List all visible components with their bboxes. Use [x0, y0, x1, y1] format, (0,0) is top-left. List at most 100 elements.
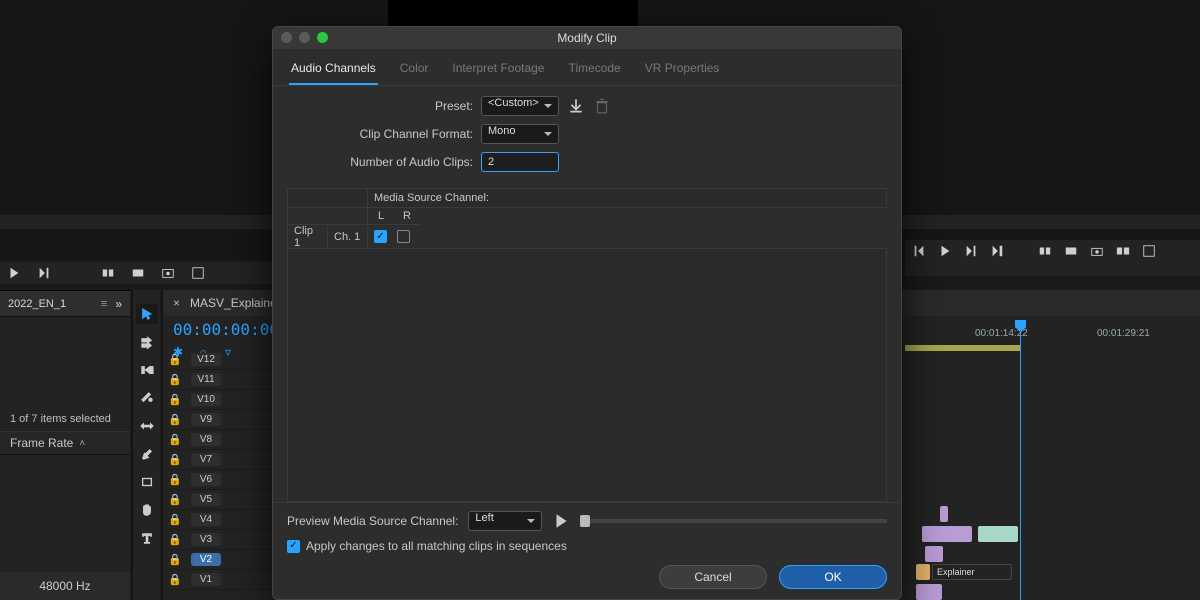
tab-color[interactable]: Color: [398, 57, 431, 85]
lock-icon[interactable]: 🔒: [163, 413, 187, 426]
lock-icon[interactable]: 🔒: [163, 453, 187, 466]
comparison-icon[interactable]: [1115, 243, 1131, 259]
clip-segment[interactable]: [922, 526, 972, 542]
selection-tool[interactable]: [136, 304, 158, 324]
tab-timecode[interactable]: Timecode: [566, 57, 622, 85]
playhead[interactable]: [1020, 322, 1021, 600]
lock-icon[interactable]: 🔒: [163, 493, 187, 506]
step-icon[interactable]: [36, 265, 52, 281]
tab-audio-channels[interactable]: Audio Channels: [289, 57, 378, 85]
clip-segment[interactable]: [978, 526, 1018, 542]
lock-icon[interactable]: 🔒: [163, 373, 187, 386]
column-header-label: Frame Rate: [10, 436, 73, 450]
clip-segment[interactable]: [940, 506, 948, 522]
numclips-input[interactable]: [481, 152, 559, 172]
modify-clip-dialog: Modify Clip Audio Channels Color Interpret…: [272, 26, 902, 600]
insert-icon[interactable]: [100, 265, 116, 281]
lift-icon[interactable]: [1037, 243, 1053, 259]
format-select[interactable]: Mono: [481, 124, 559, 144]
close-window-icon[interactable]: [281, 32, 292, 43]
preview-play-icon[interactable]: [552, 512, 570, 530]
track-header-v7[interactable]: 🔒 V7: [163, 450, 273, 470]
track-header-v11[interactable]: 🔒 V11: [163, 370, 273, 390]
mark-out-icon[interactable]: [989, 243, 1005, 259]
tab-interpret-footage[interactable]: Interpret Footage: [450, 57, 546, 85]
play-icon[interactable]: [937, 243, 953, 259]
track-header-v1[interactable]: 🔒V1: [163, 570, 273, 590]
extract-icon[interactable]: [1063, 243, 1079, 259]
expand-icon[interactable]: »: [115, 297, 122, 311]
save-preset-icon[interactable]: [567, 97, 585, 115]
project-panel: 2022_EN_1 ≡ » 1 of 7 items selected Fram…: [0, 290, 130, 600]
track-label: V9: [191, 413, 221, 426]
track-label: V5: [191, 493, 221, 506]
grid-header-source: Media Source Channel:: [368, 189, 887, 208]
step-fwd-icon[interactable]: [963, 243, 979, 259]
preset-select[interactable]: <Custom>: [481, 96, 559, 116]
track-header-v3[interactable]: 🔒V3: [163, 530, 273, 550]
type-tool[interactable]: [136, 528, 158, 548]
tool-palette: [132, 290, 160, 600]
track-label: V11: [191, 373, 221, 386]
preview-select[interactable]: Left: [468, 511, 542, 531]
work-area-bar[interactable]: [905, 345, 1020, 351]
column-header-framerate[interactable]: Frame Rate ˄: [0, 431, 130, 455]
apply-all-checkbox[interactable]: [287, 540, 300, 553]
zoom-window-icon[interactable]: [317, 32, 328, 43]
format-label: Clip Channel Format:: [293, 127, 473, 141]
track-header-v10[interactable]: 🔒V10: [163, 390, 273, 410]
sequence-tab[interactable]: MASV_Explaine: [190, 296, 277, 310]
rectangle-tool[interactable]: [136, 472, 158, 492]
lock-icon[interactable]: 🔒: [163, 433, 187, 446]
grid-header-clip: [288, 189, 368, 208]
lock-icon[interactable]: 🔒: [163, 533, 187, 546]
play-icon[interactable]: [6, 265, 22, 281]
project-tab[interactable]: 2022_EN_1 ≡ »: [0, 291, 130, 317]
lock-icon[interactable]: 🔒: [163, 393, 187, 406]
track-header-v8[interactable]: 🔒V8: [163, 430, 273, 450]
clip-segment[interactable]: [925, 546, 943, 562]
lock-icon[interactable]: 🔒: [163, 513, 187, 526]
cancel-button[interactable]: Cancel: [659, 565, 767, 589]
ok-button[interactable]: OK: [779, 565, 887, 589]
razor-tool[interactable]: [136, 388, 158, 408]
track-header-v12[interactable]: 🔒 V12: [163, 350, 273, 370]
safe-margins-icon[interactable]: [1141, 243, 1157, 259]
track-label: V7: [191, 453, 221, 466]
channel-r-checkbox[interactable]: [397, 230, 410, 243]
clip-segment[interactable]: [916, 584, 942, 600]
clip-segment[interactable]: Explainer: [932, 564, 1012, 580]
track-header-v2[interactable]: 🔒V2: [163, 550, 273, 570]
lock-icon[interactable]: 🔒: [163, 573, 187, 586]
hand-tool[interactable]: [136, 500, 158, 520]
preview-label: Preview Media Source Channel:: [287, 514, 458, 528]
ripple-edit-tool[interactable]: [136, 360, 158, 380]
ruler-tick: 00:01:29:21: [1097, 328, 1150, 339]
track-header-v4[interactable]: 🔒V4: [163, 510, 273, 530]
lock-icon[interactable]: 🔒: [163, 473, 187, 486]
clip-segment[interactable]: [916, 564, 930, 580]
preview-slider[interactable]: [580, 519, 887, 523]
track-header-v5[interactable]: 🔒 V5: [163, 490, 273, 510]
track-select-tool[interactable]: [136, 332, 158, 352]
minimize-window-icon[interactable]: [299, 32, 310, 43]
track-header-v9[interactable]: 🔒 V9: [163, 410, 273, 430]
pen-tool[interactable]: [136, 444, 158, 464]
step-back-icon[interactable]: [911, 243, 927, 259]
panel-menu-icon[interactable]: ≡: [101, 298, 107, 310]
dialog-titlebar[interactable]: Modify Clip: [273, 27, 901, 49]
program-ruler: [905, 262, 1200, 276]
track-label: V12: [191, 353, 221, 366]
overwrite-icon[interactable]: [130, 265, 146, 281]
lock-icon[interactable]: 🔒: [163, 353, 187, 366]
settings-icon[interactable]: [190, 265, 206, 281]
channel-l-checkbox[interactable]: [374, 230, 387, 243]
camera-icon[interactable]: [1089, 243, 1105, 259]
window-controls: [281, 32, 328, 43]
lock-icon[interactable]: 🔒: [163, 553, 187, 566]
tab-vr-properties[interactable]: VR Properties: [643, 57, 722, 85]
close-icon[interactable]: ×: [173, 296, 180, 310]
slip-tool[interactable]: [136, 416, 158, 436]
track-header-v6[interactable]: 🔒V6: [163, 470, 273, 490]
export-frame-icon[interactable]: [160, 265, 176, 281]
